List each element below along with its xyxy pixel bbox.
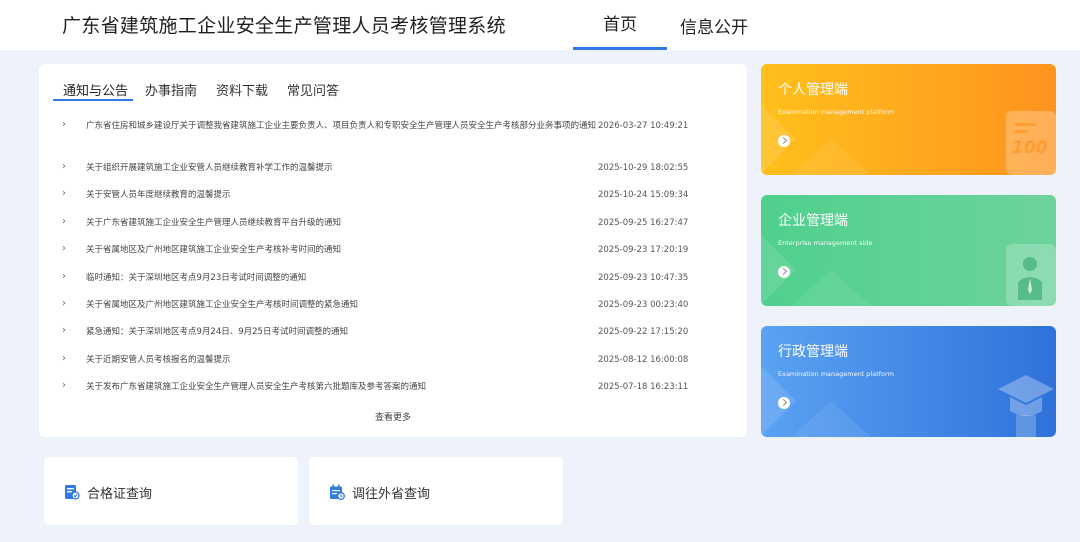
news-date: 2026-03-27 10:49:21	[598, 121, 689, 131]
nav-info-disclosure[interactable]: 信息公开	[667, 0, 761, 50]
news-title: 关于组织开展建筑施工企业安管人员继续教育补学工作的温馨提示	[86, 163, 333, 173]
transfer-province-query-box[interactable]: 调往外省查询	[309, 457, 563, 525]
news-date: 2025-09-22 17:15:20	[598, 327, 689, 337]
news-title: 关于省属地区及广州地区建筑施工企业安全生产考核补考时间的通知	[86, 245, 342, 255]
news-title: 关于发布广东省建筑施工企业安全生产管理人员安全生产考核第六批题库及参考答案的通知	[86, 382, 427, 392]
nav-active-indicator	[573, 47, 667, 50]
news-title: 紧急通知：关于深圳地区考点9月24日、9月25日考试时间调整的通知	[86, 327, 348, 337]
chevron-right-icon: ›	[62, 325, 66, 336]
site-title: 广东省建筑施工企业安全生产管理人员考核管理系统	[62, 15, 506, 37]
news-date: 2025-09-25 16:27:47	[598, 218, 689, 228]
view-more-link[interactable]: 查看更多	[39, 410, 747, 423]
nav-home-label: 首页	[603, 15, 637, 35]
news-date: 2025-09-23 17:20:19	[598, 245, 689, 255]
news-date: 2025-07-18 16:23:11	[598, 382, 689, 392]
news-title: 关于近期安管人员考核报名的温馨提示	[86, 355, 231, 365]
chevron-right-icon: ›	[62, 188, 66, 199]
portal-subtitle: Examination management platform	[778, 108, 894, 116]
arrow-right-icon	[778, 135, 790, 147]
chevron-right-icon: ›	[62, 216, 66, 227]
news-date: 2025-09-23 10:47:35	[598, 273, 689, 283]
news-date: 2025-10-24 15:09:34	[598, 190, 689, 200]
nav-home[interactable]: 首页	[573, 0, 667, 50]
chevron-right-icon: ›	[62, 353, 66, 364]
news-date: 2025-09-23 00:23:40	[598, 300, 689, 310]
news-title: 关于安管人员年度继续教育的温馨提示	[86, 190, 231, 200]
news-title: 关于广东省建筑施工企业安全生产管理人员继续教育平台升级的通知	[86, 218, 342, 228]
portal-title: 个人管理端	[778, 82, 848, 98]
graduation-cap-icon	[998, 375, 1054, 437]
certificate-query-label: 合格证查询	[87, 487, 153, 502]
certificate-query-box[interactable]: 合格证查询	[44, 457, 298, 525]
chevron-right-icon: ›	[62, 161, 66, 172]
tab-notices[interactable]: 通知与公告	[63, 80, 128, 99]
chevron-right-icon: ›	[62, 271, 66, 282]
portal-subtitle: Examination management platform	[778, 370, 894, 378]
chevron-right-icon: ›	[62, 119, 66, 130]
news-title: 临时通知：关于深圳地区考点9月23日考试时间调整的通知	[86, 273, 307, 283]
portal-title: 行政管理端	[778, 344, 848, 360]
news-title: 关于省属地区及广州地区建筑施工企业安全生产考核时间调整的紧急通知	[86, 300, 359, 310]
tab-downloads[interactable]: 资料下载	[216, 80, 268, 99]
chevron-right-icon: ›	[62, 298, 66, 309]
arrow-right-icon	[778, 397, 790, 409]
personal-portal-card[interactable]: 个人管理端 Examination management platform 10…	[761, 64, 1056, 175]
chevron-right-icon: ›	[62, 380, 66, 391]
svg-text:100: 100	[1012, 138, 1048, 158]
news-title: 广东省住房和城乡建设厅关于调整我省建筑施工企业主要负责人、项目负责人和专职安全生…	[86, 121, 597, 131]
top-navbar: 广东省建筑施工企业安全生产管理人员考核管理系统 首页 信息公开	[0, 0, 1080, 50]
news-date: 2025-10-29 18:02:55	[598, 163, 689, 173]
tab-active-indicator	[53, 99, 133, 101]
news-panel: 通知与公告 办事指南 资料下载 常见问答 › 广东省住房和城乡建设厅关于调整我省…	[39, 64, 747, 437]
admin-portal-card[interactable]: 行政管理端 Examination management platform	[761, 326, 1056, 437]
arrow-right-icon	[778, 266, 790, 278]
enterprise-portal-card[interactable]: 企业管理端 Enterprise management side	[761, 195, 1056, 306]
portal-title: 企业管理端	[778, 213, 848, 229]
businessman-icon	[1006, 244, 1056, 306]
chevron-right-icon: ›	[62, 243, 66, 254]
transfer-province-query-label: 调往外省查询	[352, 487, 431, 502]
score-100-icon: 100	[1006, 111, 1056, 175]
tab-guide[interactable]: 办事指南	[145, 80, 197, 99]
nav-info-label: 信息公开	[680, 18, 748, 38]
news-date: 2025-08-12 16:00:08	[598, 355, 689, 365]
portal-subtitle: Enterprise management side	[778, 239, 873, 247]
calendar-query-icon	[330, 484, 345, 500]
tab-faq[interactable]: 常见问答	[287, 80, 339, 99]
certificate-query-icon	[65, 485, 80, 500]
